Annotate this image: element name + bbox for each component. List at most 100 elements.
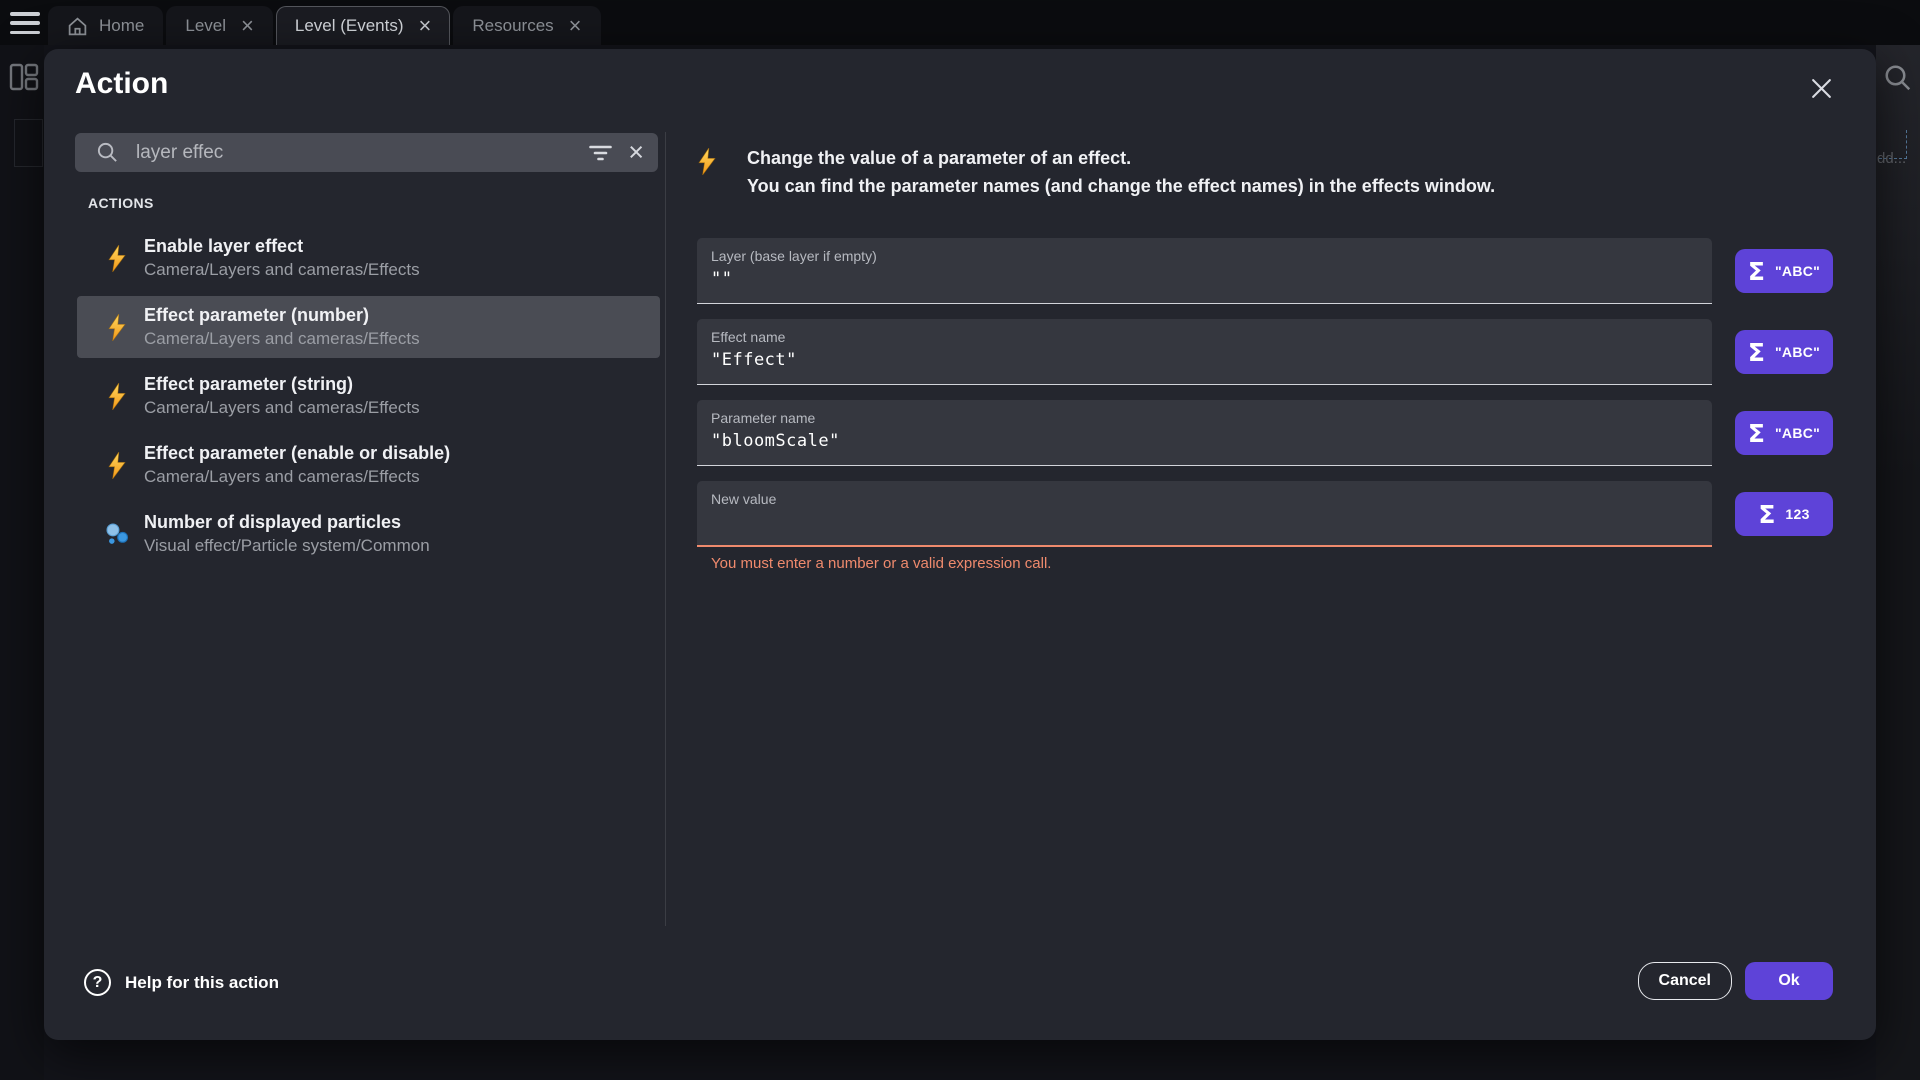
field-error-message: You must enter a number or a valid expre…: [697, 555, 1712, 572]
description-line2: You can find the parameter names (and ch…: [747, 172, 1495, 200]
sigma-icon: Σ: [1758, 502, 1775, 527]
action-item-number-of-displayed-particles[interactable]: Number of displayed particles Visual effe…: [77, 503, 660, 565]
tab-resources[interactable]: Resources ×: [453, 6, 600, 45]
lightning-bolt-icon: [107, 452, 127, 479]
tab-bar: Home Level × Level (Events) × Resources ×: [0, 0, 1920, 45]
item-title: Enable layer effect: [144, 236, 420, 257]
action-description: Change the value of a parameter of an ef…: [697, 144, 1495, 200]
expression-button-label: "ABC": [1775, 344, 1820, 360]
clear-search-icon[interactable]: ×: [628, 139, 644, 166]
field-input-parameter-name[interactable]: Parameter name "bloomScale": [697, 400, 1712, 466]
item-title: Effect parameter (number): [144, 305, 420, 326]
action-item-enable-layer-effect[interactable]: Enable layer effect Camera/Layers and cam…: [77, 227, 660, 289]
lightning-bolt-icon: [697, 148, 717, 175]
item-text: Effect parameter (number) Camera/Layers a…: [144, 305, 420, 349]
events-search-icon: [1883, 63, 1913, 93]
tab-close-icon[interactable]: ×: [569, 15, 582, 37]
action-dialog: Action × ACTIONS Enabl: [44, 49, 1876, 1040]
action-search-box: ×: [75, 133, 658, 172]
tab-level[interactable]: Level ×: [166, 6, 273, 45]
tab-label: Home: [99, 16, 144, 36]
item-title: Number of displayed particles: [144, 512, 430, 533]
sigma-icon: Σ: [1748, 421, 1765, 446]
tab-label: Level (Events): [295, 16, 404, 36]
field-value: "": [711, 269, 1698, 289]
item-title: Effect parameter (string): [144, 374, 420, 395]
item-path: Camera/Layers and cameras/Effects: [144, 260, 420, 280]
background-left-strip: [0, 45, 44, 1080]
dialog-footer-buttons: Cancel Ok: [1638, 962, 1833, 1000]
action-item-effect-parameter-number[interactable]: Effect parameter (number) Camera/Layers a…: [77, 296, 660, 358]
item-icon-slot: [104, 383, 130, 410]
item-text: Enable layer effect Camera/Layers and cam…: [144, 236, 420, 280]
expression-builder-button[interactable]: Σ "ABC": [1735, 249, 1833, 293]
item-path: Camera/Layers and cameras/Effects: [144, 467, 450, 487]
sigma-icon: Σ: [1748, 259, 1765, 284]
expression-button-label: "ABC": [1775, 425, 1820, 441]
expression-button-label: "ABC": [1775, 263, 1820, 279]
main-menu-icon[interactable]: [10, 12, 40, 34]
item-icon-slot: [104, 452, 130, 479]
lightning-bolt-icon: [107, 383, 127, 410]
tab-level-events[interactable]: Level (Events) ×: [276, 6, 451, 45]
description-icon-slot: [697, 148, 717, 200]
description-line1: Change the value of a parameter of an ef…: [747, 144, 1495, 172]
expression-button-label: 123: [1785, 506, 1809, 522]
tab-label: Resources: [472, 16, 553, 36]
tab-label: Level: [185, 16, 226, 36]
item-path: Camera/Layers and cameras/Effects: [144, 329, 420, 349]
help-label: Help for this action: [125, 973, 279, 993]
ok-button[interactable]: Ok: [1745, 962, 1833, 1000]
background-right-strip: dd...: [1876, 45, 1920, 1080]
tab-strip: Home Level × Level (Events) × Resources ×: [48, 6, 601, 45]
panel-divider: [665, 132, 666, 926]
item-path: Visual effect/Particle system/Common: [144, 536, 430, 556]
item-path: Camera/Layers and cameras/Effects: [144, 398, 420, 418]
field-label: Parameter name: [711, 410, 1698, 426]
action-list: Enable layer effect Camera/Layers and cam…: [77, 227, 660, 572]
search-icon: [96, 141, 119, 164]
field-row-new-value: New value Σ 123: [697, 481, 1837, 547]
parameter-fields: Layer (base layer if empty)""Σ"ABC"Effec…: [697, 238, 1837, 587]
action-item-effect-parameter-enable-or-disable[interactable]: Effect parameter (enable or disable) Came…: [77, 434, 660, 496]
description-text: Change the value of a parameter of an ef…: [747, 144, 1495, 200]
tab-home[interactable]: Home: [48, 6, 163, 45]
item-text: Effect parameter (enable or disable) Came…: [144, 443, 450, 487]
dialog-title: Action: [75, 67, 168, 101]
field-label: Layer (base layer if empty): [711, 248, 1698, 264]
item-title: Effect parameter (enable or disable): [144, 443, 450, 464]
layout-grid-icon: [9, 63, 39, 91]
expression-builder-button[interactable]: Σ 123: [1735, 492, 1833, 536]
lightning-bolt-icon: [107, 314, 127, 341]
cancel-button[interactable]: Cancel: [1638, 962, 1732, 1000]
help-icon: ?: [84, 969, 111, 996]
expression-builder-button[interactable]: Σ "ABC": [1735, 330, 1833, 374]
field-input-new-value[interactable]: New value: [697, 481, 1712, 547]
field-input-layer-base-layer-if-empty[interactable]: Layer (base layer if empty) "": [697, 238, 1712, 304]
item-icon-slot: [104, 314, 130, 341]
sigma-icon: Σ: [1748, 340, 1765, 365]
gdevelop-window: Home Level × Level (Events) × Resources × dd..…: [0, 0, 1920, 1080]
action-item-effect-parameter-string[interactable]: Effect parameter (string) Camera/Layers a…: [77, 365, 660, 427]
tab-close-icon[interactable]: ×: [419, 15, 432, 37]
search-input[interactable]: [134, 141, 573, 165]
tab-close-icon[interactable]: ×: [241, 15, 254, 37]
home-icon: [67, 16, 88, 37]
item-text: Number of displayed particles Visual effe…: [144, 512, 430, 556]
field-row-effect-name: Effect name"Effect" Σ "ABC": [697, 319, 1837, 385]
field-row-parameter-name: Parameter name "bloomScale" Σ "ABC": [697, 400, 1837, 466]
field-input-effect-name[interactable]: Effect name"Effect": [697, 319, 1712, 385]
background-object-outline: [14, 119, 43, 167]
close-icon[interactable]: [1806, 73, 1836, 103]
expression-builder-button[interactable]: Σ "ABC": [1735, 411, 1833, 455]
filter-icon[interactable]: [588, 142, 613, 164]
field-label: New value: [711, 491, 1698, 507]
actions-section-label: ACTIONS: [88, 195, 154, 211]
field-row-layer-base-layer-if-empty: Layer (base layer if empty) "" Σ "ABC": [697, 238, 1837, 304]
field-value: "bloomScale": [711, 431, 1698, 451]
help-button[interactable]: ? Help for this action: [84, 969, 279, 996]
field-value: "Effect": [711, 350, 1698, 370]
lightning-bolt-icon: [107, 245, 127, 272]
item-icon-slot: [104, 245, 130, 272]
item-icon-slot: [104, 522, 130, 547]
